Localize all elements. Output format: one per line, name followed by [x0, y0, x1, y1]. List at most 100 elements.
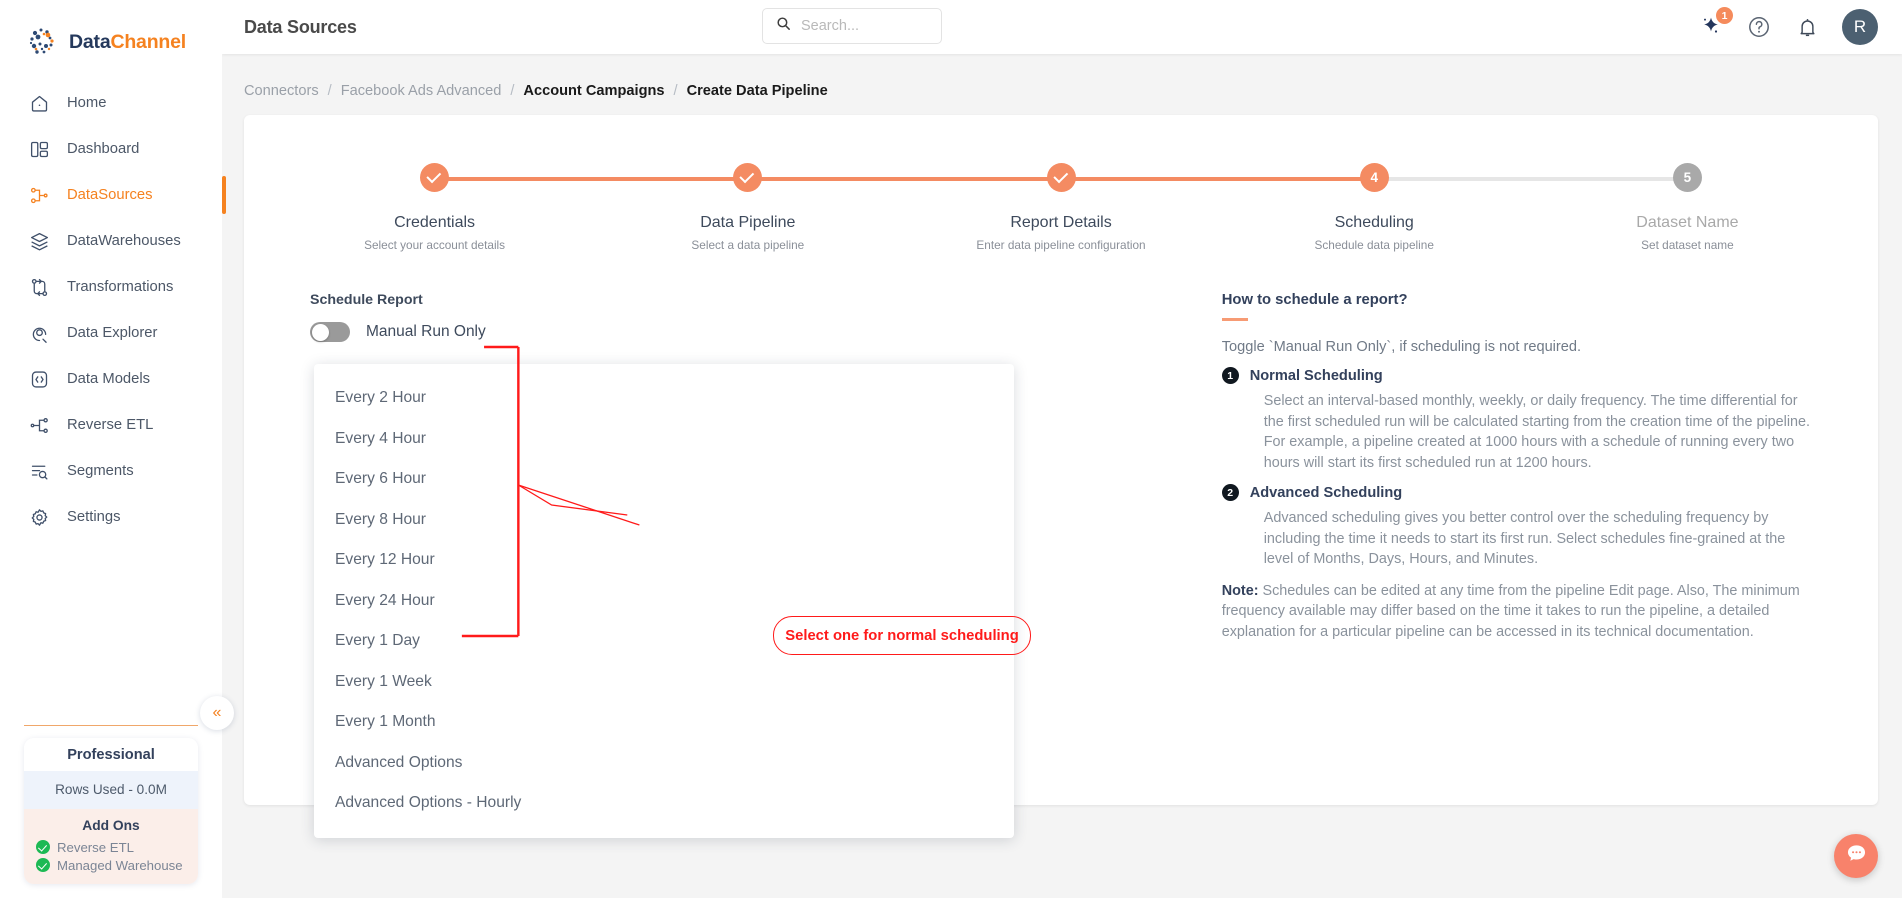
- dropdown-option-every-24-hour[interactable]: Every 24 Hour: [314, 581, 1014, 622]
- check-icon: [426, 167, 442, 183]
- ai-badge-count: 1: [1716, 7, 1733, 24]
- dropdown-option-every-4-hour[interactable]: Every 4 Hour: [314, 419, 1014, 460]
- step-connector: [1374, 177, 1688, 181]
- step-desc: Enter data pipeline configuration: [976, 238, 1146, 252]
- search-icon: [775, 15, 792, 37]
- sidebar-item-label: DataWarehouses: [67, 233, 181, 249]
- sidebar-item-label: Home: [67, 95, 107, 111]
- chat-support-button[interactable]: [1834, 834, 1878, 878]
- manual-run-only-toggle[interactable]: [310, 322, 350, 342]
- schedule-form: Schedule Report Manual Run Only Every 2 …: [244, 292, 1192, 838]
- step-desc: Set dataset name: [1641, 238, 1734, 252]
- step-credentials[interactable]: Credentials Select your account details: [278, 163, 748, 252]
- step-circle-done: [420, 163, 450, 192]
- breadcrumb-separator: /: [510, 83, 515, 99]
- breadcrumb-item-facebook-ads-advanced[interactable]: Facebook Ads Advanced: [341, 83, 502, 99]
- warehouse-icon: [27, 229, 51, 253]
- sidebar-item-transformations[interactable]: Transformations: [0, 264, 222, 310]
- user-avatar[interactable]: R: [1842, 9, 1878, 45]
- plan-title: Professional: [24, 738, 198, 771]
- sidebar-collapse-button[interactable]: «: [200, 696, 234, 730]
- help-step-title: Advanced Scheduling: [1249, 484, 1403, 501]
- sidebar-item-data-models[interactable]: Data Models: [0, 356, 222, 402]
- dropdown-option-every-6-hour[interactable]: Every 6 Hour: [314, 459, 1014, 500]
- breadcrumb-item-create-data-pipeline[interactable]: Create Data Pipeline: [687, 83, 828, 99]
- sidebar-item-datasources[interactable]: DataSources: [0, 172, 226, 218]
- help-underline: [1221, 318, 1248, 322]
- sidebar-item-label: Dashboard: [67, 141, 140, 157]
- step-name: Scheduling: [1334, 214, 1414, 231]
- check-icon: [739, 167, 755, 183]
- schedule-report-label: Schedule Report: [310, 292, 423, 308]
- sidebar-item-label: Segments: [67, 463, 134, 479]
- dropdown-option-every-8-hour[interactable]: Every 8 Hour: [314, 500, 1014, 541]
- sidebar-item-reverse-etl[interactable]: Reverse ETL: [0, 402, 222, 448]
- wizard-stepper: Credentials Select your account details …: [244, 143, 1878, 252]
- plan-addons-title: Add Ons: [82, 818, 140, 833]
- help-step-title: Normal Scheduling: [1249, 367, 1383, 384]
- breadcrumb: Connectors / Facebook Ads Advanced / Acc…: [244, 74, 1878, 115]
- segments-icon: [27, 459, 51, 483]
- manual-run-toggle-row: Manual Run Only: [310, 322, 1192, 342]
- help-note-body: Schedules can be edited at any time from…: [1221, 582, 1800, 640]
- breadcrumb-item-account-campaigns[interactable]: Account Campaigns: [523, 83, 664, 99]
- page-title: Data Sources: [244, 16, 357, 37]
- datamodels-icon: [27, 367, 51, 391]
- search-input[interactable]: [801, 18, 919, 34]
- dropdown-option-advanced-options-hourly[interactable]: Advanced Options - Hourly: [314, 783, 1014, 824]
- reverse-etl-icon: [27, 413, 51, 437]
- step-connector: [1061, 177, 1375, 181]
- addon-label: Managed Warehouse: [57, 857, 183, 873]
- plan-addons: Add Ons Reverse ETL Managed Warehouse: [24, 809, 198, 884]
- help-step-1-body: Select an interval-based monthly, weekly…: [1263, 393, 1811, 471]
- sidebar-item-label: Settings: [67, 509, 121, 525]
- step-number-badge: 1: [1221, 367, 1239, 385]
- brand-text: DataChannel: [69, 31, 186, 54]
- sidebar-item-label: DataSources: [67, 187, 153, 203]
- sidebar-item-segments[interactable]: Segments: [0, 448, 222, 494]
- breadcrumb-separator: /: [327, 83, 332, 99]
- search-box[interactable]: [762, 8, 942, 44]
- dropdown-option-advanced-options[interactable]: Advanced Options: [314, 743, 1014, 784]
- topbar: Data Sources 1 R: [222, 0, 1902, 54]
- sidebar-item-dashboard[interactable]: Dashboard: [0, 126, 222, 172]
- dropdown-option-every-1-week[interactable]: Every 1 Week: [314, 662, 1014, 703]
- step-desc: Select your account details: [364, 238, 506, 252]
- schedule-frequency-dropdown[interactable]: Every 2 Hour Every 4 Hour Every 6 Hour E…: [314, 364, 1014, 838]
- help-panel: How to schedule a report? Toggle `Manual…: [1192, 292, 1878, 642]
- pipeline-wizard-card: Credentials Select your account details …: [244, 115, 1878, 838]
- avatar-initial: R: [1853, 17, 1867, 36]
- step-circle-upcoming: 5: [1672, 163, 1702, 192]
- breadcrumb-item-connectors[interactable]: Connectors: [244, 83, 319, 99]
- help-title: How to schedule a report?: [1221, 292, 1408, 308]
- chevron-double-left-icon: «: [212, 704, 222, 721]
- sidebar-item-home[interactable]: Home: [0, 80, 222, 126]
- help-step-2-header: 2 Advanced Scheduling: [1221, 484, 1818, 502]
- content: Connectors / Facebook Ads Advanced / Acc…: [222, 54, 1902, 838]
- breadcrumb-separator: /: [673, 83, 678, 99]
- sidebar-item-datawarehouses[interactable]: DataWarehouses: [0, 218, 222, 264]
- sidebar-item-data-explorer[interactable]: Data Explorer: [0, 310, 222, 356]
- help-button[interactable]: [1746, 14, 1772, 40]
- dropdown-option-every-12-hour[interactable]: Every 12 Hour: [314, 540, 1014, 581]
- datasources-icon: [27, 183, 51, 207]
- sidebar-item-label: Data Models: [67, 371, 151, 387]
- notifications-button[interactable]: [1794, 14, 1820, 40]
- dashboard-icon: [27, 137, 51, 161]
- dropdown-option-every-1-day[interactable]: Every 1 Day: [314, 621, 1014, 662]
- plan-card[interactable]: Professional Rows Used - 0.0M Add Ons Re…: [24, 738, 198, 884]
- help-note-label: Note:: [1221, 582, 1259, 599]
- sidebar-item-settings[interactable]: Settings: [0, 494, 222, 540]
- help-note: Note: Schedules can be edited at any tim…: [1222, 581, 1818, 643]
- dropdown-option-every-2-hour[interactable]: Every 2 Hour: [314, 378, 1014, 419]
- ai-sparkle-button[interactable]: 1: [1698, 7, 1733, 40]
- transformations-icon: [27, 275, 51, 299]
- check-circle-icon: [36, 858, 50, 872]
- step-name: Data Pipeline: [700, 214, 796, 231]
- explorer-icon: [27, 321, 51, 345]
- step-desc: Schedule data pipeline: [1314, 238, 1434, 252]
- brand[interactable]: DataChannel: [0, 0, 222, 66]
- addon-item: Managed Warehouse: [24, 856, 198, 874]
- step-name: Report Details: [1010, 214, 1112, 231]
- dropdown-option-every-1-month[interactable]: Every 1 Month: [314, 702, 1014, 743]
